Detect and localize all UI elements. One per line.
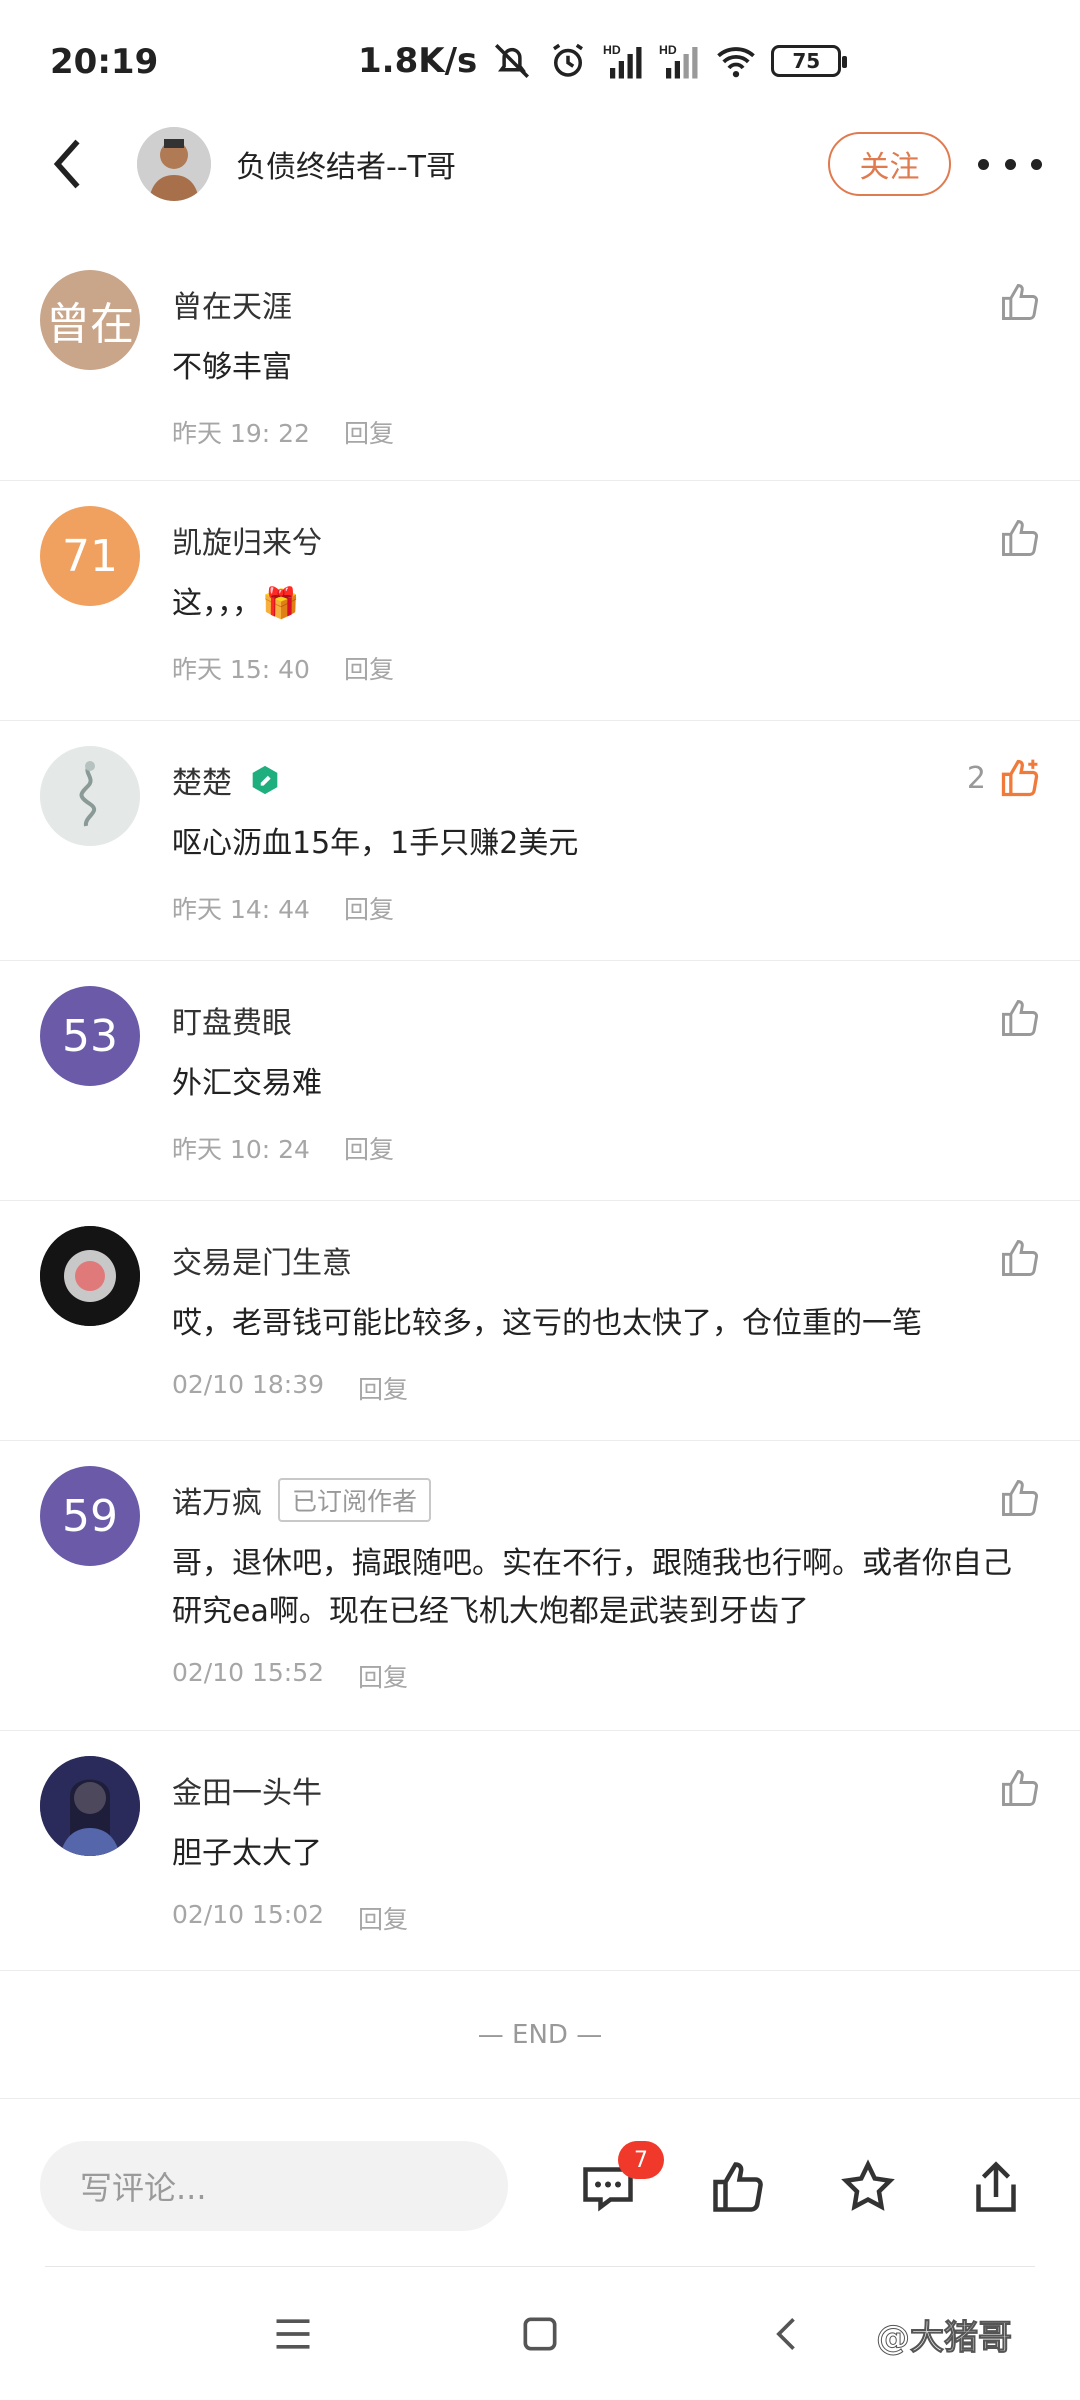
like-button[interactable]: [998, 996, 1042, 1040]
thumbs-up-icon: [1002, 520, 1038, 556]
wifi-icon: [717, 47, 756, 78]
comment-item: 53 盯盘费眼 外汇交易难 昨天 10: 24 回复: [0, 961, 1080, 1201]
comment-text: 不够丰富: [172, 350, 292, 385]
home-icon[interactable]: [518, 2312, 562, 2356]
comment-item: 曾在 曾在天涯 不够丰富 昨天 19: 22 回复: [0, 245, 1080, 481]
comment-time: 02/10 18:39: [172, 1370, 325, 1399]
author-avatar[interactable]: [137, 127, 211, 201]
reply-button[interactable]: 回复: [358, 1900, 408, 1936]
verified-badge-icon: [252, 765, 278, 795]
back-icon[interactable]: [40, 134, 100, 194]
divider: [45, 2266, 1035, 2267]
like-button[interactable]: [998, 516, 1042, 560]
reply-button[interactable]: 回复: [344, 890, 394, 926]
author-name[interactable]: 负债终结者--T哥: [236, 142, 456, 186]
status-time: 20:19: [50, 42, 159, 82]
comment-item: 71 凯旋归来兮 这，，，🎁 昨天 15: 40 回复: [0, 481, 1080, 721]
more-icon[interactable]: [978, 142, 1042, 186]
bottom-action-bar: 写评论... 7: [0, 2098, 1080, 2268]
comment-count-badge: 7: [618, 2141, 664, 2179]
like-count: 2: [966, 760, 986, 796]
star-icon[interactable]: [838, 2157, 898, 2217]
comment-time: 昨天 14: 44: [172, 895, 310, 924]
reply-button[interactable]: 回复: [344, 650, 394, 686]
share-icon[interactable]: [966, 2157, 1026, 2217]
like-button[interactable]: [998, 280, 1042, 324]
comment-time: 02/10 15:02: [172, 1900, 325, 1929]
commenter-name[interactable]: 凯旋归来兮: [172, 518, 322, 562]
thumbs-up-liked-icon: [1001, 759, 1039, 797]
commenter-name[interactable]: 盯盘费眼: [172, 998, 292, 1042]
comment-text: 胆子太大了: [172, 1836, 322, 1871]
reply-button[interactable]: 回复: [344, 1130, 394, 1166]
comment-text: 哥，退休吧，搞跟随吧。实在不行，跟随我也行啊。或者你自己研究ea啊。现在已经飞机…: [172, 1546, 1012, 1629]
reply-button[interactable]: 回复: [344, 414, 394, 450]
comment-text: 哎，老哥钱可能比较多，这亏的也太快了，仓位重的一笔: [172, 1306, 922, 1341]
comment-input[interactable]: 写评论...: [40, 2141, 508, 2231]
thumbs-up-icon: [1002, 1000, 1038, 1036]
comment-time: 02/10 15:52: [172, 1658, 325, 1687]
comment-time: 昨天 19: 22: [172, 419, 310, 448]
comment-text: 呕心沥血15年，1手只赚2美元: [172, 826, 579, 861]
avatar[interactable]: 71: [40, 506, 140, 606]
avatar[interactable]: [40, 1226, 140, 1326]
comment-list: 曾在 曾在天涯 不够丰富 昨天 19: 22 回复 71 凯旋归来兮 这，，，🎁…: [0, 245, 1080, 1971]
thumbs-up-icon: [1002, 1480, 1038, 1516]
like-button[interactable]: [998, 1766, 1042, 1810]
comment-text: 外汇交易难: [172, 1066, 322, 1101]
status-icons: 1.8K/s HD HD 75: [358, 38, 848, 84]
signal-hd-icon: HD: [659, 43, 698, 79]
svg-text:HD: HD: [603, 43, 621, 57]
thumbs-up-icon: [1002, 1770, 1038, 1806]
comment-item: 楚楚 呕心沥血15年，1手只赚2美元 昨天 14: 44 回复 2: [0, 721, 1080, 961]
signal-hd-icon: HD: [603, 43, 642, 79]
mute-icon: [495, 44, 530, 78]
net-speed: 1.8K/s: [358, 41, 478, 81]
reply-button[interactable]: 回复: [358, 1370, 408, 1406]
battery-icon: 75: [771, 45, 848, 77]
end-marker: — END —: [477, 2020, 603, 2050]
avatar[interactable]: 曾在: [40, 270, 140, 370]
system-nav-bar: @大猪哥: [0, 2268, 1080, 2400]
avatar[interactable]: [40, 1756, 140, 1856]
comment-item: 59 诺万疯 已订阅作者 哥，退休吧，搞跟随吧。实在不行，跟随我也行啊。或者你自…: [0, 1441, 1080, 1731]
subscriber-badge: 已订阅作者: [278, 1478, 432, 1522]
alarm-icon: [553, 43, 584, 77]
like-button[interactable]: 2: [967, 756, 1042, 800]
thumbs-up-icon[interactable]: [708, 2157, 768, 2217]
header: 负债终结者--T哥 关注: [0, 120, 1080, 245]
reply-button[interactable]: 回复: [358, 1658, 408, 1694]
menu-icon[interactable]: [271, 2312, 315, 2356]
like-button[interactable]: [998, 1476, 1042, 1520]
avatar[interactable]: 59: [40, 1466, 140, 1566]
thumbs-up-icon: [1002, 284, 1038, 320]
comment-item: 金田一头牛 胆子太大了 02/10 15:02 回复: [0, 1731, 1080, 1971]
comment-time: 昨天 15: 40: [172, 655, 310, 684]
status-bar: 20:19 1.8K/s HD HD 75: [0, 0, 1080, 120]
comment-text: 这，，，🎁: [172, 586, 300, 621]
commenter-name[interactable]: 诺万疯: [172, 1478, 262, 1522]
svg-text:HD: HD: [659, 43, 677, 57]
commenter-name[interactable]: 楚楚: [172, 758, 232, 802]
back-nav-icon[interactable]: [766, 2312, 810, 2356]
watermark: @大猪哥: [876, 2318, 1013, 2359]
thumbs-up-icon: [1002, 1240, 1038, 1276]
avatar[interactable]: [40, 746, 140, 846]
avatar[interactable]: 53: [40, 986, 140, 1086]
follow-button[interactable]: 关注: [828, 132, 951, 196]
commenter-name[interactable]: 金田一头牛: [172, 1768, 322, 1812]
commenter-name[interactable]: 曾在天涯: [172, 282, 292, 326]
like-button[interactable]: [998, 1236, 1042, 1280]
comment-time: 昨天 10: 24: [172, 1135, 310, 1164]
comment-item: 交易是门生意 哎，老哥钱可能比较多，这亏的也太快了，仓位重的一笔 02/10 1…: [0, 1201, 1080, 1441]
commenter-name[interactable]: 交易是门生意: [172, 1238, 352, 1282]
